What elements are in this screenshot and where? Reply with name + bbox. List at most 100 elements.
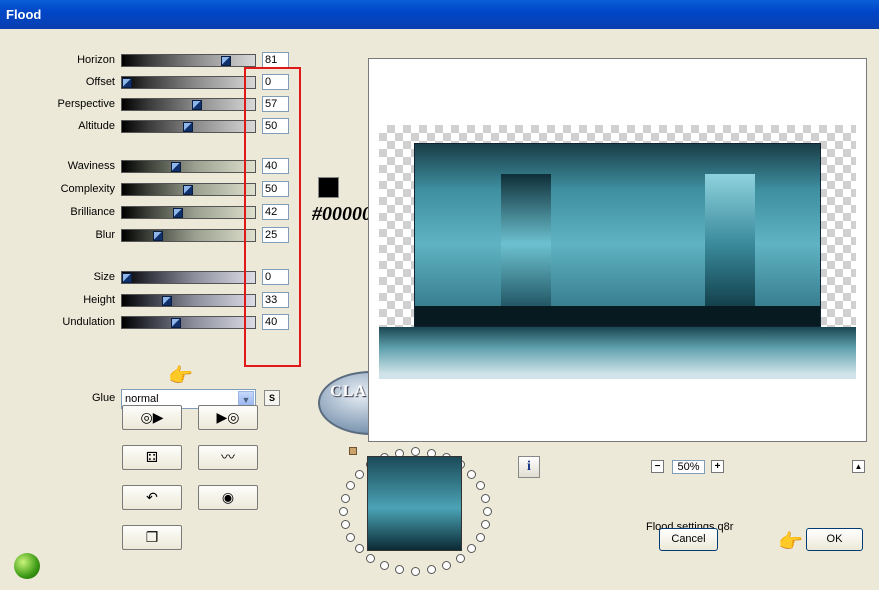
preview-figure-right	[705, 174, 755, 314]
navigator-dot[interactable]	[456, 554, 465, 563]
navigator-dot[interactable]	[355, 544, 364, 553]
preview-figure-left	[501, 174, 551, 314]
navigator-dot[interactable]	[476, 533, 485, 542]
slider-thumb-complexity[interactable]	[183, 185, 193, 195]
slider-label-brilliance: Brilliance	[70, 206, 115, 218]
value-field-blur[interactable]: 25	[262, 227, 289, 243]
save-preset-button[interactable]: ▶◎	[198, 405, 258, 430]
load-preset-button[interactable]: ◎▶	[122, 405, 182, 430]
slider-thumb-blur[interactable]	[153, 231, 163, 241]
randomize-button[interactable]: ⚃	[122, 445, 182, 470]
navigator-dot[interactable]	[346, 533, 355, 542]
slider-row-waviness: Waviness	[0, 159, 115, 175]
slider-horizon[interactable]	[121, 54, 256, 67]
navigator-dot[interactable]	[346, 481, 355, 490]
value-field-complexity[interactable]: 50	[262, 181, 289, 197]
window-title: Flood	[6, 7, 42, 22]
preview-floor	[415, 306, 820, 326]
app-logo-icon	[14, 553, 40, 579]
slider-thumb-undulation[interactable]	[171, 318, 181, 328]
navigator-dot[interactable]	[481, 520, 490, 529]
slider-thumb-height[interactable]	[162, 296, 172, 306]
navigator-dot[interactable]	[395, 565, 404, 574]
navigator-dot[interactable]	[483, 507, 492, 516]
navigator-dot[interactable]	[481, 494, 490, 503]
navigator-dot[interactable]	[411, 447, 420, 456]
slider-waviness[interactable]	[121, 160, 256, 173]
navigator-dot[interactable]	[467, 470, 476, 479]
value-field-perspective[interactable]: 57	[262, 96, 289, 112]
slider-label-complexity: Complexity	[60, 183, 115, 195]
slider-row-size: Size	[0, 270, 115, 286]
slider-row-height: Height	[0, 293, 115, 309]
slider-undulation[interactable]	[121, 316, 256, 329]
slider-label-perspective: Perspective	[57, 98, 115, 110]
preview-panel[interactable]	[368, 58, 867, 442]
slider-row-undulation: Undulation	[0, 315, 115, 331]
navigator-dot[interactable]	[341, 520, 350, 529]
slider-thumb-perspective[interactable]	[192, 100, 202, 110]
slider-thumb-waviness[interactable]	[171, 162, 181, 172]
value-field-waviness[interactable]: 40	[262, 158, 289, 174]
copy-icon: ❐	[145, 529, 159, 545]
slider-label-altitude: Altitude	[78, 120, 115, 132]
slider-row-perspective: Perspective	[0, 97, 115, 113]
slider-row-blur: Blur	[0, 228, 115, 244]
navigator-dot[interactable]	[476, 481, 485, 490]
collapse-preview-button[interactable]: ▲	[852, 460, 865, 473]
slider-size[interactable]	[121, 271, 256, 284]
slider-perspective[interactable]	[121, 98, 256, 111]
color-swatch[interactable]	[318, 177, 339, 198]
value-field-undulation[interactable]: 40	[262, 314, 289, 330]
navigator-dot[interactable]	[366, 554, 375, 563]
value-field-brilliance[interactable]: 42	[262, 204, 289, 220]
value-field-size[interactable]: 0	[262, 269, 289, 285]
slider-thumb-altitude[interactable]	[183, 122, 193, 132]
slider-complexity[interactable]	[121, 183, 256, 196]
slider-blur[interactable]	[121, 229, 256, 242]
value-field-height[interactable]: 33	[262, 292, 289, 308]
slider-label-size: Size	[93, 271, 115, 283]
slider-brilliance[interactable]	[121, 206, 256, 219]
navigator-dot[interactable]	[411, 567, 420, 576]
glue-value: normal	[125, 393, 159, 405]
title-bar: Flood	[0, 0, 879, 29]
navigator-dot[interactable]	[427, 565, 436, 574]
ok-button[interactable]: OK	[806, 528, 863, 551]
navigator-dot[interactable]	[380, 561, 389, 570]
glue-s-button[interactable]: S	[264, 390, 280, 406]
zoom-out-button[interactable]: −	[651, 460, 664, 473]
navigator-dot[interactable]	[339, 507, 348, 516]
slider-thumb-horizon[interactable]	[221, 56, 231, 66]
slider-thumb-size[interactable]	[122, 273, 132, 283]
wave-button[interactable]: 〰	[198, 445, 258, 470]
slider-thumb-brilliance[interactable]	[173, 208, 183, 218]
slider-label-waviness: Waviness	[67, 160, 115, 172]
navigator-dot[interactable]	[355, 470, 364, 479]
slider-label-blur: Blur	[95, 229, 115, 241]
info-button[interactable]: i	[518, 456, 540, 478]
slider-row-horizon: Horizon	[0, 53, 115, 69]
slider-altitude[interactable]	[121, 120, 256, 133]
wave-icon: 〰	[221, 449, 235, 465]
slider-offset[interactable]	[121, 76, 256, 89]
value-field-horizon[interactable]: 81	[262, 52, 289, 68]
slider-height[interactable]	[121, 294, 256, 307]
copy-button[interactable]: ❐	[122, 525, 182, 550]
hand-pointer-icon: 👉	[168, 365, 193, 387]
reset-button[interactable]: ◉	[198, 485, 258, 510]
cancel-button[interactable]: Cancel	[659, 528, 718, 551]
slider-row-complexity: Complexity	[0, 182, 115, 198]
slider-row-brilliance: Brilliance	[0, 205, 115, 221]
slider-thumb-offset[interactable]	[122, 78, 132, 88]
value-field-offset[interactable]: 0	[262, 74, 289, 90]
undo-button[interactable]: ↶	[122, 485, 182, 510]
navigator-thumbnail[interactable]	[367, 456, 462, 551]
navigator-dot[interactable]	[341, 494, 350, 503]
navigator-dot[interactable]	[467, 544, 476, 553]
slider-label-undulation: Undulation	[62, 316, 115, 328]
preview-reflection	[379, 327, 856, 379]
navigator-dot[interactable]	[442, 561, 451, 570]
zoom-in-button[interactable]: +	[711, 460, 724, 473]
value-field-altitude[interactable]: 50	[262, 118, 289, 134]
